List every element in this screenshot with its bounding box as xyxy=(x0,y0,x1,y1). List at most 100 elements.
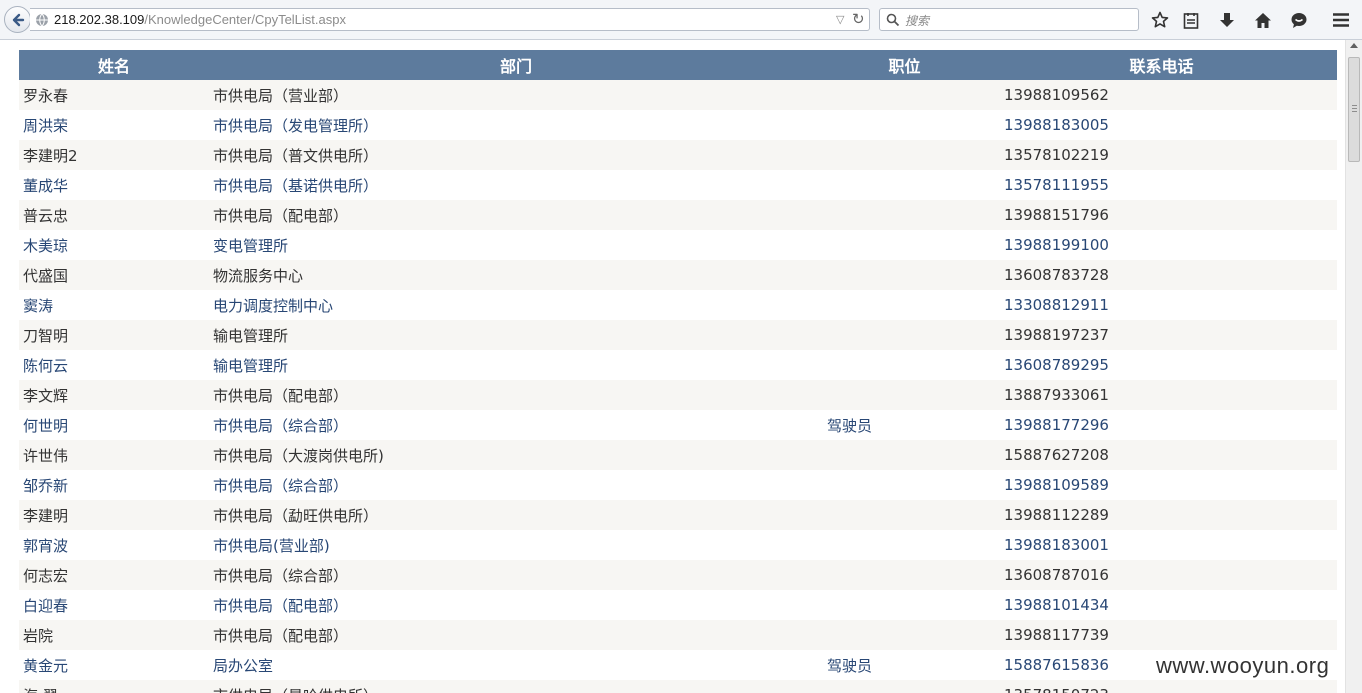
table-row: 邹乔新 市供电局（综合部） 13988109589 xyxy=(19,470,1337,500)
cell-department: 市供电局（大渡岗供电所) xyxy=(209,440,823,470)
vertical-scrollbar[interactable] xyxy=(1345,40,1362,693)
cell-position xyxy=(823,680,986,693)
cell-department: 市供电局（普文供电所） xyxy=(209,140,823,170)
bookmark-star-icon[interactable] xyxy=(1149,9,1171,31)
table-row: 白迎春 市供电局（配电部） 13988101434 xyxy=(19,590,1337,620)
cell-name: 岩院 xyxy=(19,620,209,650)
table-row: 窦涛 电力调度控制中心 13308812911 xyxy=(19,290,1337,320)
globe-icon xyxy=(36,13,48,27)
cell-position xyxy=(823,80,986,110)
home-icon[interactable] xyxy=(1252,9,1274,31)
table-row: 木美琼 变电管理所 13988199100 xyxy=(19,230,1337,260)
cell-phone: 13887933061 xyxy=(986,380,1337,410)
cell-phone: 13578150723 xyxy=(986,680,1337,693)
search-placeholder: 搜索 xyxy=(905,14,930,28)
cell-position xyxy=(823,500,986,530)
cell-department: 市供电局（发电管理所） xyxy=(209,110,823,140)
cell-name: 周洪荣 xyxy=(19,110,209,140)
cell-department: 市供电局（基诺供电所） xyxy=(209,170,823,200)
table-row: 何志宏 市供电局（综合部） 13608787016 xyxy=(19,560,1337,590)
table-header-row: 姓名 部门 职位 联系电话 xyxy=(19,50,1337,80)
cell-position xyxy=(823,110,986,140)
cell-name: 郭宵波 xyxy=(19,530,209,560)
table-row: 海 翠市供电局（景哈供电所） 13578150723 xyxy=(19,680,1337,693)
chat-icon[interactable] xyxy=(1288,9,1310,31)
table-row: 周洪荣 市供电局（发电管理所） 13988183005 xyxy=(19,110,1337,140)
cell-name: 许世伟 xyxy=(19,440,209,470)
cell-phone: 15887627208 xyxy=(986,440,1337,470)
cell-phone: 13988183001 xyxy=(986,530,1337,560)
cell-phone: 13578102219 xyxy=(986,140,1337,170)
table-row: 李建明 市供电局（勐旺供电所） 13988112289 xyxy=(19,500,1337,530)
cell-department: 市供电局（综合部） xyxy=(209,410,823,440)
cell-phone: 13988109589 xyxy=(986,470,1337,500)
cell-position xyxy=(823,620,986,650)
scroll-grip-line xyxy=(1352,105,1357,106)
cell-phone: 13578111955 xyxy=(986,170,1337,200)
cell-name: 普云忠 xyxy=(19,200,209,230)
cell-phone: 13988199100 xyxy=(986,230,1337,260)
cell-phone: 13988183005 xyxy=(986,110,1337,140)
url-path: /KnowledgeCenter/CpyTelList.aspx xyxy=(144,12,346,27)
table-row: 代盛国 物流服务中心 13608783728 xyxy=(19,260,1337,290)
back-button[interactable] xyxy=(4,6,31,33)
cell-phone: 13988151796 xyxy=(986,200,1337,230)
table-row: 陈何云 输电管理所 13608789295 xyxy=(19,350,1337,380)
cell-phone: 13988117739 xyxy=(986,620,1337,650)
cell-department: 市供电局（勐旺供电所） xyxy=(209,500,823,530)
cell-position xyxy=(823,290,986,320)
cell-name: 陈何云 xyxy=(19,350,209,380)
url-dropdown-icon[interactable]: ▽ xyxy=(836,13,844,26)
url-host: 218.202.38.109 xyxy=(54,12,145,27)
cell-phone: 13988109562 xyxy=(986,80,1337,110)
watermark: www.wooyun.org xyxy=(1156,653,1330,678)
cell-position xyxy=(823,530,986,560)
cell-position xyxy=(823,560,986,590)
table-row: 郭宵波 市供电局(营业部) 13988183001 xyxy=(19,530,1337,560)
table-row: 李建明2 市供电局（普文供电所） 13578102219 xyxy=(19,140,1337,170)
cell-name: 李建明2 xyxy=(19,140,209,170)
address-bar[interactable]: 218.202.38.109/KnowledgeCenter/CpyTelLis… xyxy=(30,8,870,31)
table-row: 黄金元 局办公室 驾驶员 15887615836 xyxy=(19,650,1337,680)
cell-department: 变电管理所 xyxy=(209,230,823,260)
reading-list-icon[interactable] xyxy=(1180,9,1202,31)
cell-department: 物流服务中心 xyxy=(209,260,823,290)
scroll-up-arrow-icon[interactable] xyxy=(1350,43,1358,48)
cell-name: 李建明 xyxy=(19,500,209,530)
cell-position: 驾驶员 xyxy=(823,410,986,440)
phone-list-table: 姓名 部门 职位 联系电话 罗永春 市供电局（营业部） 13988109562 周洪荣… xyxy=(19,50,1337,693)
cell-phone: 13608787016 xyxy=(986,560,1337,590)
cell-name: 董成华 xyxy=(19,170,209,200)
table-row: 李文辉 市供电局（配电部） 13887933061 xyxy=(19,380,1337,410)
cell-phone: 13988101434 xyxy=(986,590,1337,620)
search-bar[interactable]: 搜索 xyxy=(879,8,1139,31)
cell-phone: 13608789295 xyxy=(986,350,1337,380)
scroll-grip-line xyxy=(1352,111,1357,112)
cell-position xyxy=(823,170,986,200)
browser-toolbar: 218.202.38.109/KnowledgeCenter/CpyTelLis… xyxy=(0,0,1362,40)
table-row: 刀智明 输电管理所 13988197237 xyxy=(19,320,1337,350)
download-icon[interactable] xyxy=(1216,9,1238,31)
cell-name: 何世明 xyxy=(19,410,209,440)
scrollbar-thumb[interactable] xyxy=(1348,57,1360,162)
cell-department: 输电管理所 xyxy=(209,350,823,380)
menu-icon[interactable] xyxy=(1330,9,1352,31)
cell-name: 海 翠 xyxy=(19,680,209,693)
cell-department: 局办公室 xyxy=(209,650,823,680)
scroll-grip-line xyxy=(1352,108,1357,109)
cell-position xyxy=(823,200,986,230)
cell-department: 市供电局（配电部） xyxy=(209,200,823,230)
cell-name: 何志宏 xyxy=(19,560,209,590)
header-name: 姓名 xyxy=(19,50,209,80)
cell-department: 输电管理所 xyxy=(209,320,823,350)
table-body: 罗永春 市供电局（营业部） 13988109562 周洪荣 市供电局（发电管理所） 139… xyxy=(19,80,1337,693)
header-position: 职位 xyxy=(823,50,986,80)
cell-position: 驾驶员 xyxy=(823,650,986,680)
reload-icon[interactable]: ↻ xyxy=(852,10,865,28)
header-department: 部门 xyxy=(209,50,823,80)
cell-name: 黄金元 xyxy=(19,650,209,680)
url-text[interactable]: 218.202.38.109/KnowledgeCenter/CpyTelLis… xyxy=(54,12,346,27)
cell-name: 木美琼 xyxy=(19,230,209,260)
cell-department: 市供电局（综合部） xyxy=(209,560,823,590)
table-row: 岩院 市供电局（配电部） 13988117739 xyxy=(19,620,1337,650)
